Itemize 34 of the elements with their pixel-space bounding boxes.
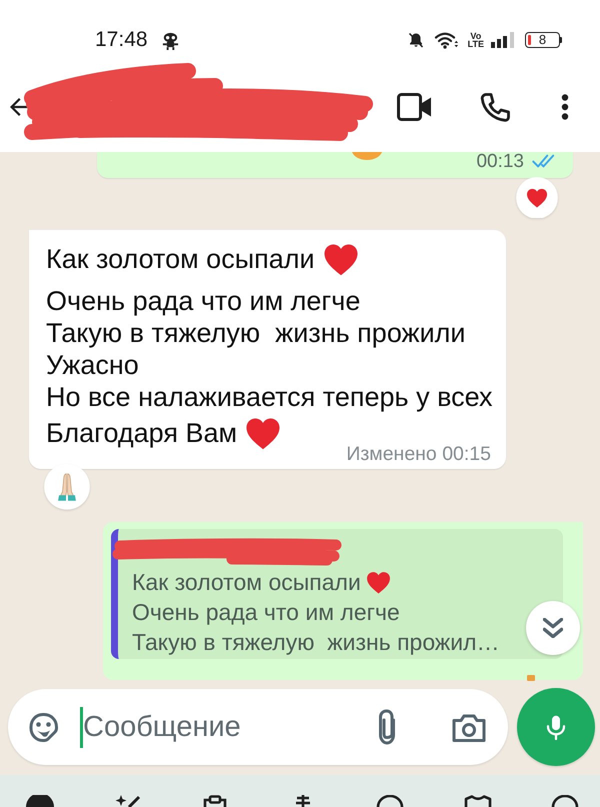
video-call-icon[interactable]: [397, 93, 432, 121]
camera-icon[interactable]: [451, 712, 487, 742]
phone-icon[interactable]: [480, 92, 511, 122]
quoted-text: Очень рада что им легче: [132, 598, 400, 628]
signal-icon: [491, 32, 516, 48]
message-text: Такую в тяжелую жизнь прожили: [46, 317, 466, 350]
message-text: Очень рада что им легче: [46, 285, 360, 318]
double-chevron-down-icon: [543, 618, 563, 638]
microphone-icon: [544, 714, 568, 740]
bell-off-icon: [408, 32, 424, 48]
status-time: 17:48: [95, 28, 148, 52]
network-type-label: Vo LTE: [468, 32, 484, 48]
emoji-partial-icon: [527, 675, 535, 682]
battery-percent: 8: [538, 33, 546, 47]
message-input[interactable]: Сообщение: [83, 707, 374, 747]
quoted-text: Такую в тяжелую жизнь прожил…: [132, 628, 500, 658]
more-options-icon[interactable]: [561, 94, 569, 120]
shirt-icon[interactable]: [462, 795, 492, 807]
message-text: Благодаря Вам: [46, 417, 238, 450]
text-cursor-icon: [80, 706, 83, 748]
robot-icon: [160, 30, 180, 50]
back-arrow-icon[interactable]: [10, 98, 28, 116]
ring-icon[interactable]: [375, 795, 405, 807]
message-field[interactable]: Сообщение: [8, 689, 508, 765]
message-time: 00:13: [476, 152, 524, 172]
message-text: Ужасно: [46, 349, 139, 382]
ring-icon[interactable]: [550, 795, 580, 807]
emoji-partial-icon: [352, 152, 382, 160]
message-text: Но все налаживается теперь у всех: [46, 381, 493, 414]
message-text: Как золотом осыпали: [46, 243, 315, 276]
sticker-icon[interactable]: [27, 710, 60, 744]
edited-time: Изменено 00:15: [346, 444, 491, 464]
quoted-text: Как золотом осыпали: [132, 568, 361, 598]
wifi-icon: [434, 31, 459, 49]
